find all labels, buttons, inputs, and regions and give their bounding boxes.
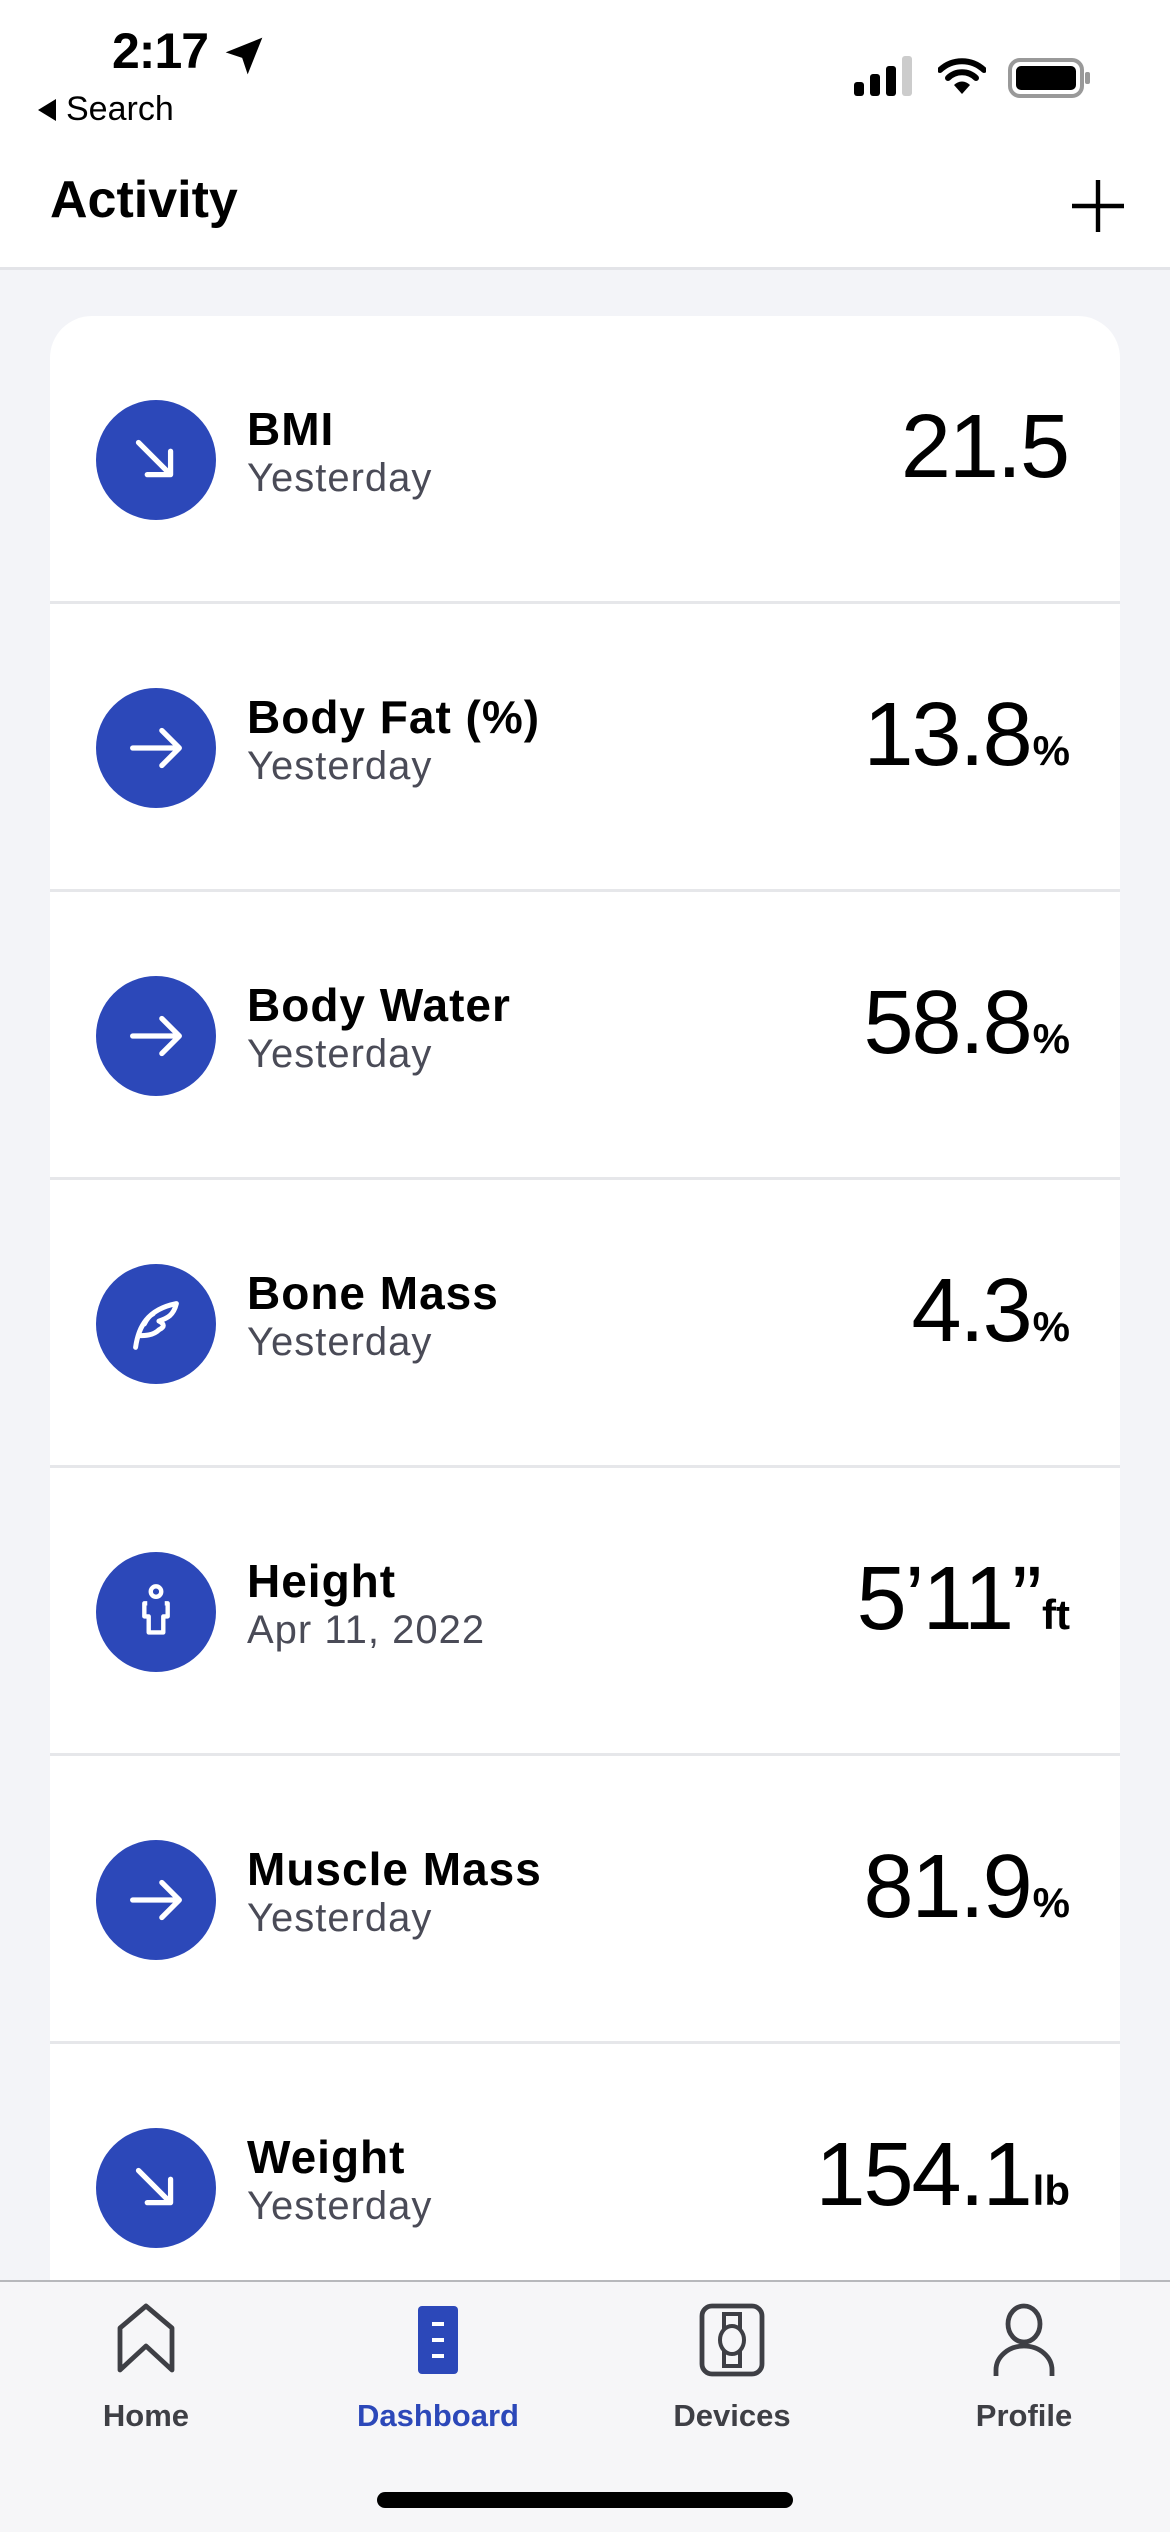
metric-name: BMI [247,403,335,455]
page-title: Activity [50,171,238,229]
metrics-scroll-area[interactable]: BMI Yesterday 21.5 Body Fat (%) Yesterda… [0,273,1170,2282]
status-bar: 2:17 Search [0,0,1170,160]
tab-label: Devices [673,2398,791,2433]
metrics-card: BMI Yesterday 21.5 Body Fat (%) Yesterda… [50,316,1120,2282]
metric-name: Body Fat (%) [247,691,541,743]
metric-name: Muscle Mass [247,1843,542,1895]
tab-dashboard[interactable]: Dashboard [328,2302,548,2442]
home-icon [117,2303,175,2373]
metric-value-number: 58.8 [863,973,1032,1073]
metric-value-number: 13.8 [863,685,1032,785]
metric-value: 5’11” ft [857,1548,1070,1651]
metric-row-bone-mass[interactable]: Bone Mass Yesterday 4.3% [50,1180,1120,1468]
tab-label: Profile [975,2398,1073,2433]
status-time: 2:17 [112,23,209,79]
metric-row-height[interactable]: Height Apr 11, 2022 5’11” ft [50,1468,1120,1756]
metric-row-body-fat[interactable]: Body Fat (%) Yesterday 13.8% [50,604,1120,892]
trend-down-arrow-icon [96,2128,216,2248]
trend-down-arrow-icon [96,400,216,520]
metric-date: Yesterday [247,744,433,788]
watch-device-icon [699,2303,765,2377]
metric-value: 154.1 lb [815,2124,1070,2227]
plus-icon[interactable] [1068,176,1128,236]
metric-name: Weight [247,2131,406,2183]
metric-row-weight[interactable]: Weight Yesterday 154.1 lb [50,2044,1120,2282]
location-arrow-icon [225,37,263,75]
metric-value-number: 21.5 [900,397,1070,497]
trend-flat-arrow-icon [96,1840,216,1960]
metric-date: Yesterday [247,1032,433,1076]
metric-value-number: 4.3 [911,1261,1033,1361]
metric-value-number: 154.1 [815,2125,1032,2225]
person-icon [96,1552,216,1672]
metric-date: Yesterday [247,456,433,500]
metric-date: Apr 11, 2022 [247,1608,486,1652]
metric-value-number: 81.9 [863,1837,1032,1937]
profile-icon [993,2303,1055,2376]
tab-profile[interactable]: Profile [914,2302,1134,2442]
metric-name: Bone Mass [247,1267,499,1319]
metric-value: 4.3% [912,1260,1070,1363]
feather-icon [96,1264,216,1384]
trend-flat-arrow-icon [96,688,216,808]
dashboard-icon [418,2306,458,2374]
metric-unit: % [1032,1303,1070,1350]
metric-date: Yesterday [247,2184,433,2228]
metric-row-bmi[interactable]: BMI Yesterday 21.5 [50,316,1120,604]
back-to-search-button[interactable]: Search [38,90,174,129]
tab-devices[interactable]: Devices [622,2302,842,2442]
wifi-icon [938,58,986,94]
metric-row-muscle-mass[interactable]: Muscle Mass Yesterday 81.9% [50,1756,1120,2044]
metric-value: 81.9% [863,1836,1070,1939]
metric-name: Body Water [247,979,511,1031]
cellular-signal-icon [854,56,912,96]
metric-value: 21.5 [901,396,1070,499]
nav-bar: Activity [0,160,1170,270]
metric-row-body-water[interactable]: Body Water Yesterday 58.8% [50,892,1120,1180]
metric-name: Height [247,1555,397,1607]
metric-unit: ft [1042,1591,1070,1638]
metric-value: 13.8% [863,684,1070,787]
tab-label: Dashboard [357,2398,519,2433]
trend-flat-arrow-icon [96,976,216,1096]
metric-value-number: 5’11” [856,1549,1042,1649]
metric-unit: lb [1032,2167,1070,2214]
metric-unit: % [1032,1879,1070,1926]
metric-date: Yesterday [247,1320,433,1364]
metric-date: Yesterday [247,1896,433,1940]
metric-value: 58.8% [863,972,1070,1075]
battery-icon [1008,58,1090,98]
back-triangle-icon [38,98,56,121]
tab-label: Home [102,2398,190,2433]
metric-unit: % [1032,727,1070,774]
back-label: Search [66,90,174,128]
home-indicator[interactable] [377,2492,793,2508]
metric-unit: % [1032,1015,1070,1062]
tab-home[interactable]: Home [36,2302,256,2442]
